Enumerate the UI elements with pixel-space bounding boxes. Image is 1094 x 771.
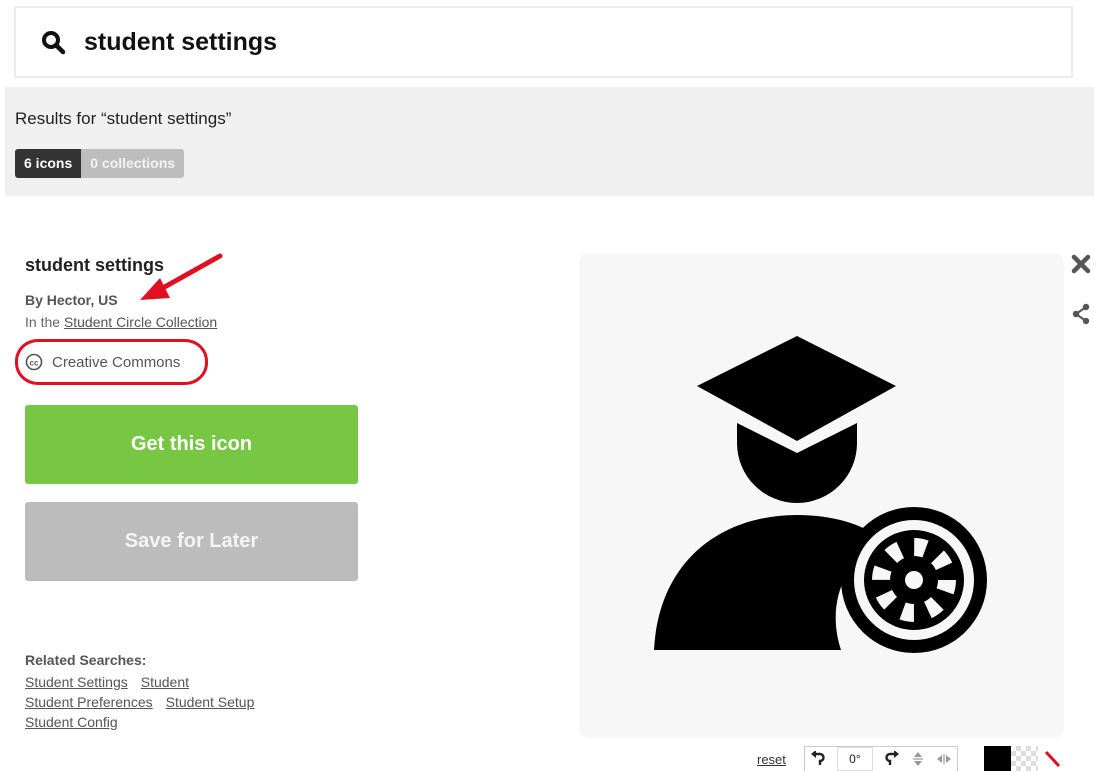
- no-color-icon: [1044, 750, 1061, 768]
- swatch-black[interactable]: [983, 746, 1011, 771]
- tab-icons[interactable]: 6 icons: [15, 149, 82, 178]
- icon-author: By Hector, US: [25, 292, 118, 308]
- search-icon: [42, 31, 66, 55]
- editor-toolbar: reset 0°: [757, 746, 1065, 771]
- search-bar: [14, 6, 1073, 78]
- annotation-circle: [15, 339, 208, 385]
- related-row: Student Config: [25, 712, 267, 732]
- related-link[interactable]: Student Setup: [166, 694, 255, 710]
- tab-collections[interactable]: 0 collections: [81, 149, 185, 178]
- color-swatches: [983, 746, 1065, 771]
- related-row: Student Settings Student: [25, 672, 267, 692]
- get-icon-button[interactable]: Get this icon: [25, 405, 358, 484]
- search-input[interactable]: [84, 22, 1044, 62]
- related-link[interactable]: Student Settings: [25, 674, 128, 690]
- related-heading: Related Searches:: [25, 652, 147, 668]
- save-for-later-button[interactable]: Save for Later: [25, 502, 358, 581]
- close-icon[interactable]: [1070, 253, 1092, 275]
- rotate-right-icon: [885, 751, 899, 765]
- related-link[interactable]: Student Preferences: [25, 694, 153, 710]
- rotation-angle[interactable]: 0°: [836, 747, 873, 771]
- rotate-left-icon: [810, 751, 825, 765]
- icon-preview: [579, 253, 1064, 738]
- swatch-transparent[interactable]: [1010, 746, 1038, 771]
- student-settings-icon: [654, 336, 987, 653]
- related-link[interactable]: Student Config: [25, 714, 118, 730]
- flip-vertical-button[interactable]: [905, 747, 931, 771]
- rotate-left-button[interactable]: [805, 747, 831, 771]
- reset-link[interactable]: reset: [757, 752, 786, 767]
- related-row: Student Preferences Student Setup: [25, 692, 267, 712]
- collection-prefix: In the: [25, 314, 64, 330]
- transform-controls: 0°: [803, 746, 958, 771]
- icon-collection: In the Student Circle Collection: [25, 314, 217, 330]
- results-header: Results for “student settings” 6 icons 0…: [5, 87, 1094, 196]
- flip-horizontal-button[interactable]: [931, 747, 957, 771]
- result-tabs: 6 icons 0 collections: [15, 149, 185, 178]
- results-title: Results for “student settings”: [15, 109, 232, 128]
- share-icon[interactable]: [1071, 303, 1091, 325]
- annotation-arrow-icon: [140, 253, 223, 300]
- flip-vertical-icon: [912, 752, 923, 766]
- related-link[interactable]: Student: [141, 674, 189, 690]
- rotate-right-button[interactable]: [879, 747, 905, 771]
- related-searches: Related Searches: Student Settings Studen…: [25, 652, 267, 732]
- flip-horizontal-icon: [936, 754, 951, 764]
- swatch-none[interactable]: [1037, 746, 1065, 771]
- collection-link[interactable]: Student Circle Collection: [64, 314, 217, 330]
